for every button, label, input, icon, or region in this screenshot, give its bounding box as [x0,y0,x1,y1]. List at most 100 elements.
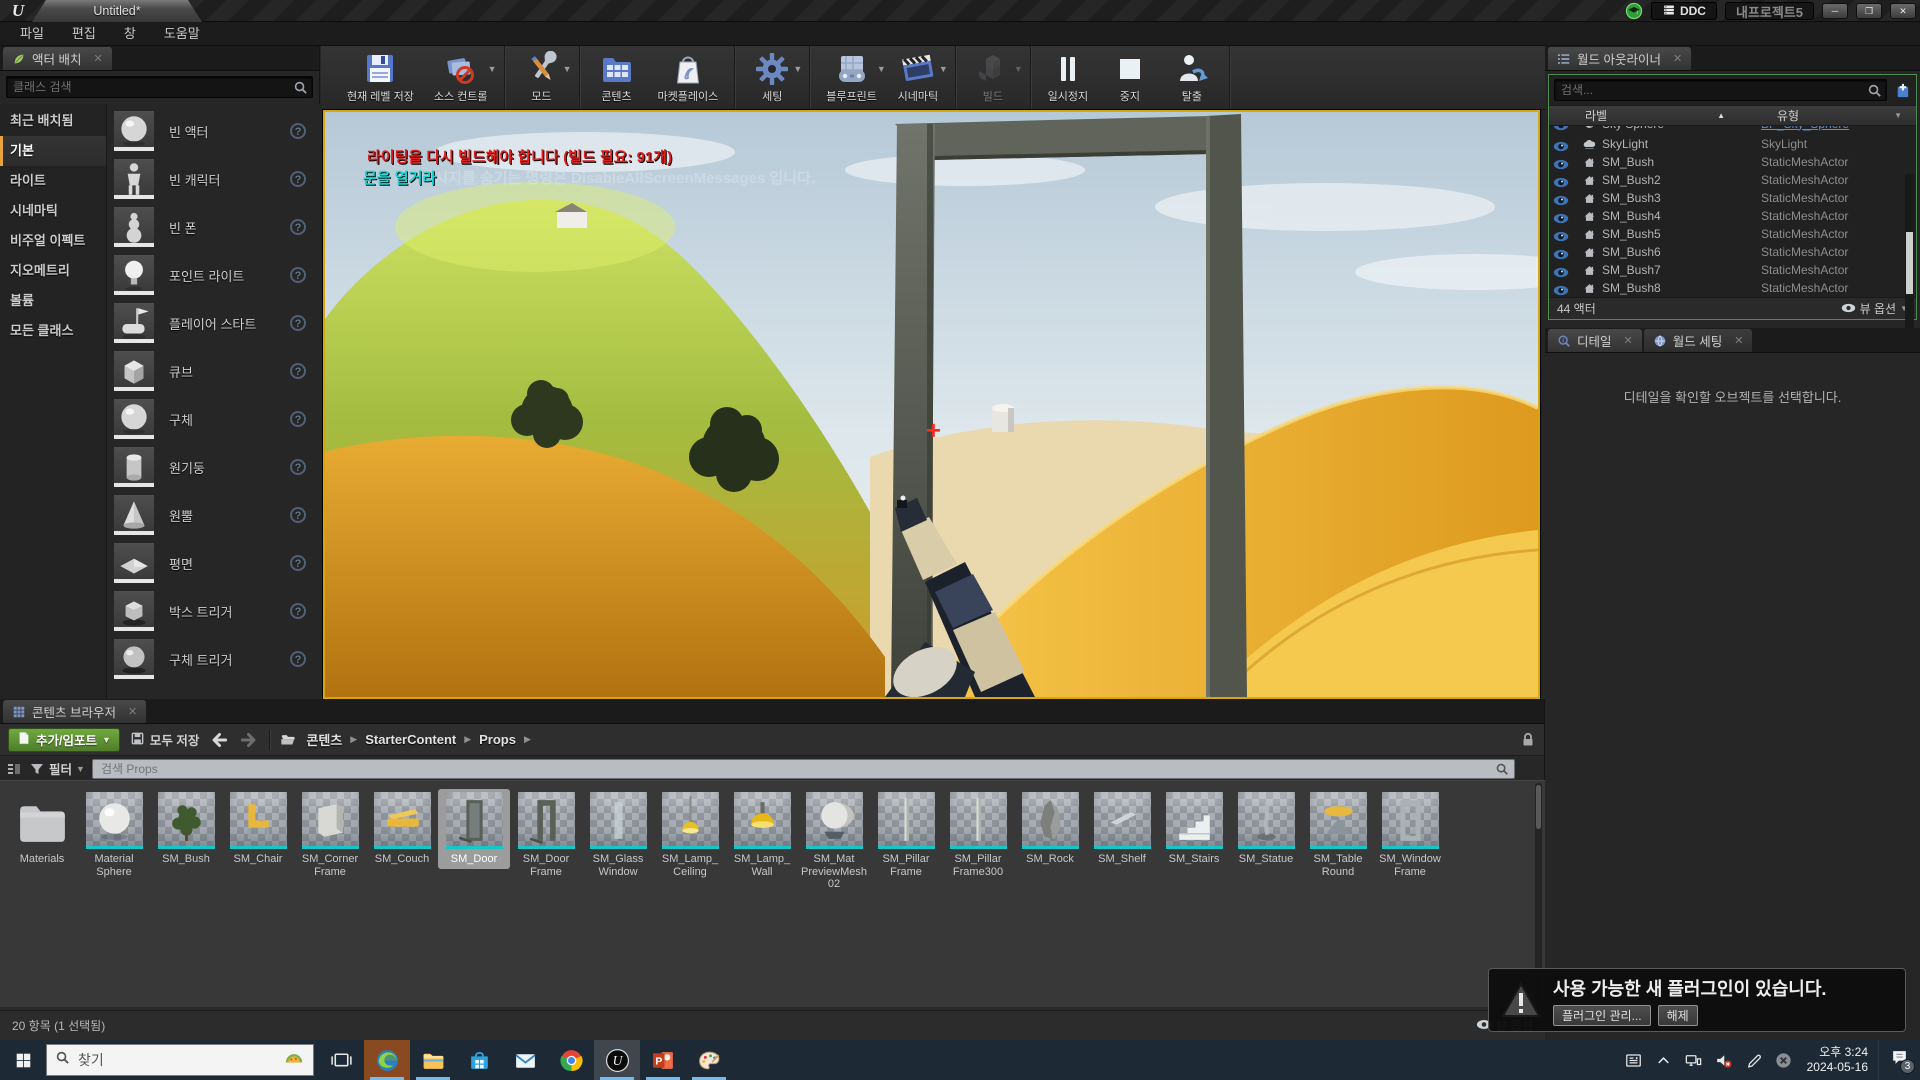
outliner-row[interactable]: SM_Bush8 StaticMeshActor [1549,279,1916,297]
save-search-icon[interactable] [1522,761,1538,777]
chevron-up-icon[interactable] [1649,1040,1679,1080]
taskbar-search[interactable] [46,1044,314,1076]
eye-icon[interactable] [1553,139,1569,150]
taskbar-clock[interactable]: 오후 3:24 2024-05-16 [1807,1045,1868,1075]
viewport[interactable]: 라이팅을 다시 빌드해야 합니다 (빌드 필요: 91개) 문을 열거라 시지를… [323,110,1540,699]
pen-icon[interactable] [1739,1040,1769,1080]
toolbar-button-modes[interactable]: ▼ 모드 [511,46,573,109]
tab-world-settings[interactable]: 월드 세팅 ✕ [1643,328,1754,352]
type-filter-icon[interactable]: ▼ [1894,111,1902,120]
eye-icon[interactable] [1553,283,1569,294]
toolbar-button-build[interactable]: ▼ 빌드 [962,46,1024,109]
outliner-row[interactable]: SM_Bush5 StaticMeshActor [1549,225,1916,243]
network-icon[interactable] [1679,1040,1709,1080]
eye-icon[interactable] [1553,126,1569,129]
menu-item[interactable]: 편집 [58,22,110,46]
close-icon[interactable]: ✕ [1734,334,1743,347]
chevron-down-icon[interactable]: ▼ [877,64,886,74]
outliner-scrollbar[interactable] [1905,174,1914,334]
tab-place-actors[interactable]: 액터 배치 ✕ [2,46,113,70]
actor-item[interactable]: 원기둥 ? [113,443,320,491]
eye-icon[interactable] [1553,175,1569,186]
asset-tile[interactable]: SM_Bush [150,789,222,869]
outliner-row[interactable]: SM_Bush3 StaticMeshActor [1549,189,1916,207]
close-button[interactable]: ✕ [1890,3,1916,19]
category-item[interactable]: 시네마틱 [0,196,106,226]
actor-item[interactable]: 빈 액터 ? [113,107,320,155]
help-icon[interactable]: ? [290,171,306,187]
toolbar-button-pause[interactable]: 일시정지 [1037,46,1099,109]
chevron-down-icon[interactable]: ▼ [939,64,948,74]
volume-muted-icon[interactable] [1709,1040,1739,1080]
help-icon[interactable]: ? [290,603,306,619]
asset-tile[interactable]: SM_Statue [1230,789,1302,869]
menu-item[interactable]: 파일 [6,22,58,46]
taskbar-app-taskview[interactable] [318,1040,364,1080]
asset-tile[interactable]: Materials [6,789,78,869]
close-icon[interactable]: ✕ [128,705,137,718]
taskbar-app-mail[interactable] [502,1040,548,1080]
minimize-button[interactable]: ─ [1822,3,1848,19]
taskbar-app-explorer[interactable] [410,1040,456,1080]
chevron-down-icon[interactable]: ▼ [563,64,572,74]
restore-button[interactable]: ❐ [1856,3,1882,19]
eye-icon[interactable] [1553,157,1569,168]
toolbar-button-eject[interactable]: 탈출 [1161,46,1223,109]
help-icon[interactable]: ? [290,411,306,427]
add-actor-icon[interactable] [1892,81,1911,100]
notification-button[interactable]: 해제 [1658,1005,1698,1026]
close-icon[interactable]: ✕ [1624,334,1633,347]
taskbar-app-chrome[interactable] [548,1040,594,1080]
toolbar-button-blueprints[interactable]: ▼ 블루프린트 [816,46,887,109]
tab-details[interactable]: i 디테일 ✕ [1547,328,1643,352]
help-icon[interactable]: ? [290,123,306,139]
category-item[interactable]: 지오메트리 [0,256,106,286]
asset-tile[interactable]: SM_Lamp_ Wall [726,789,798,881]
column-label[interactable]: 라벨 [1585,107,1607,124]
class-search-input[interactable] [13,77,263,97]
actor-item[interactable]: 박스 트리거 ? [113,587,320,635]
news-icon[interactable] [1619,1040,1649,1080]
asset-tile[interactable]: SM_Glass Window [582,789,654,881]
outliner-row[interactable]: SkyLight SkyLight [1549,135,1916,153]
actor-item[interactable]: 빈 캐릭터 ? [113,155,320,203]
outliner-row[interactable]: SM_Bush StaticMeshActor [1549,153,1916,171]
help-icon[interactable]: ? [290,459,306,475]
level-title-tab[interactable]: Untitled* [32,0,202,22]
notification-button[interactable]: 플러그인 관리... [1553,1005,1651,1026]
help-icon[interactable]: ? [290,315,306,331]
toolbar-button-marketplace[interactable]: 마켓플레이스 [648,46,729,109]
outliner-column-header[interactable]: 라벨 ▲ 유형 ▼ [1549,105,1916,126]
breadcrumb-item[interactable]: StarterContent [365,732,456,747]
outliner-row[interactable]: SM_Bush6 StaticMeshActor [1549,243,1916,261]
toolbar-button-savelevel[interactable]: 현재 레벨 저장 [337,46,424,109]
eye-icon[interactable] [1553,229,1569,240]
asset-tile[interactable]: SM_Window Frame [1374,789,1446,881]
tab-world-outliner[interactable]: 월드 아웃라이너 ✕ [1547,46,1692,70]
actor-item[interactable]: 평면 ? [113,539,320,587]
actor-item[interactable]: 포인트 라이트 ? [113,251,320,299]
menu-item[interactable]: 창 [110,22,150,46]
actor-item[interactable]: 원뿔 ? [113,491,320,539]
asset-tile[interactable]: SM_Pillar Frame300 [942,789,1014,881]
eye-icon[interactable] [1553,247,1569,258]
outliner-row[interactable]: Sky Sphere BP_Sky_Sphere [1549,126,1916,135]
actor-item[interactable]: 구체 트리거 ? [113,635,320,683]
chevron-down-icon[interactable]: ▼ [1014,64,1023,74]
close-icon[interactable]: ✕ [1673,52,1682,65]
asset-tile[interactable]: SM_Stairs [1158,789,1230,869]
category-item[interactable]: 비주얼 이펙트 [0,226,106,256]
help-icon[interactable]: ? [290,507,306,523]
toolbar-button-sourcecontrol[interactable]: ▼ 소스 컨트롤 [424,46,498,109]
notification-center-button[interactable]: 3 [1878,1040,1920,1080]
actor-item[interactable]: 빈 폰 ? [113,203,320,251]
eye-icon[interactable] [1553,211,1569,222]
asset-search-input[interactable] [101,760,954,778]
tutorial-icon[interactable] [1625,2,1643,20]
toolbar-button-stop[interactable]: 중지 [1099,46,1161,109]
asset-tile[interactable]: SM_Table Round [1302,789,1374,881]
category-item[interactable]: 모든 클래스 [0,316,106,346]
taskbar-app-powerpoint[interactable]: P [640,1040,686,1080]
breadcrumb-item[interactable]: 콘텐츠 [306,730,342,749]
category-item[interactable]: 볼륨 [0,286,106,316]
